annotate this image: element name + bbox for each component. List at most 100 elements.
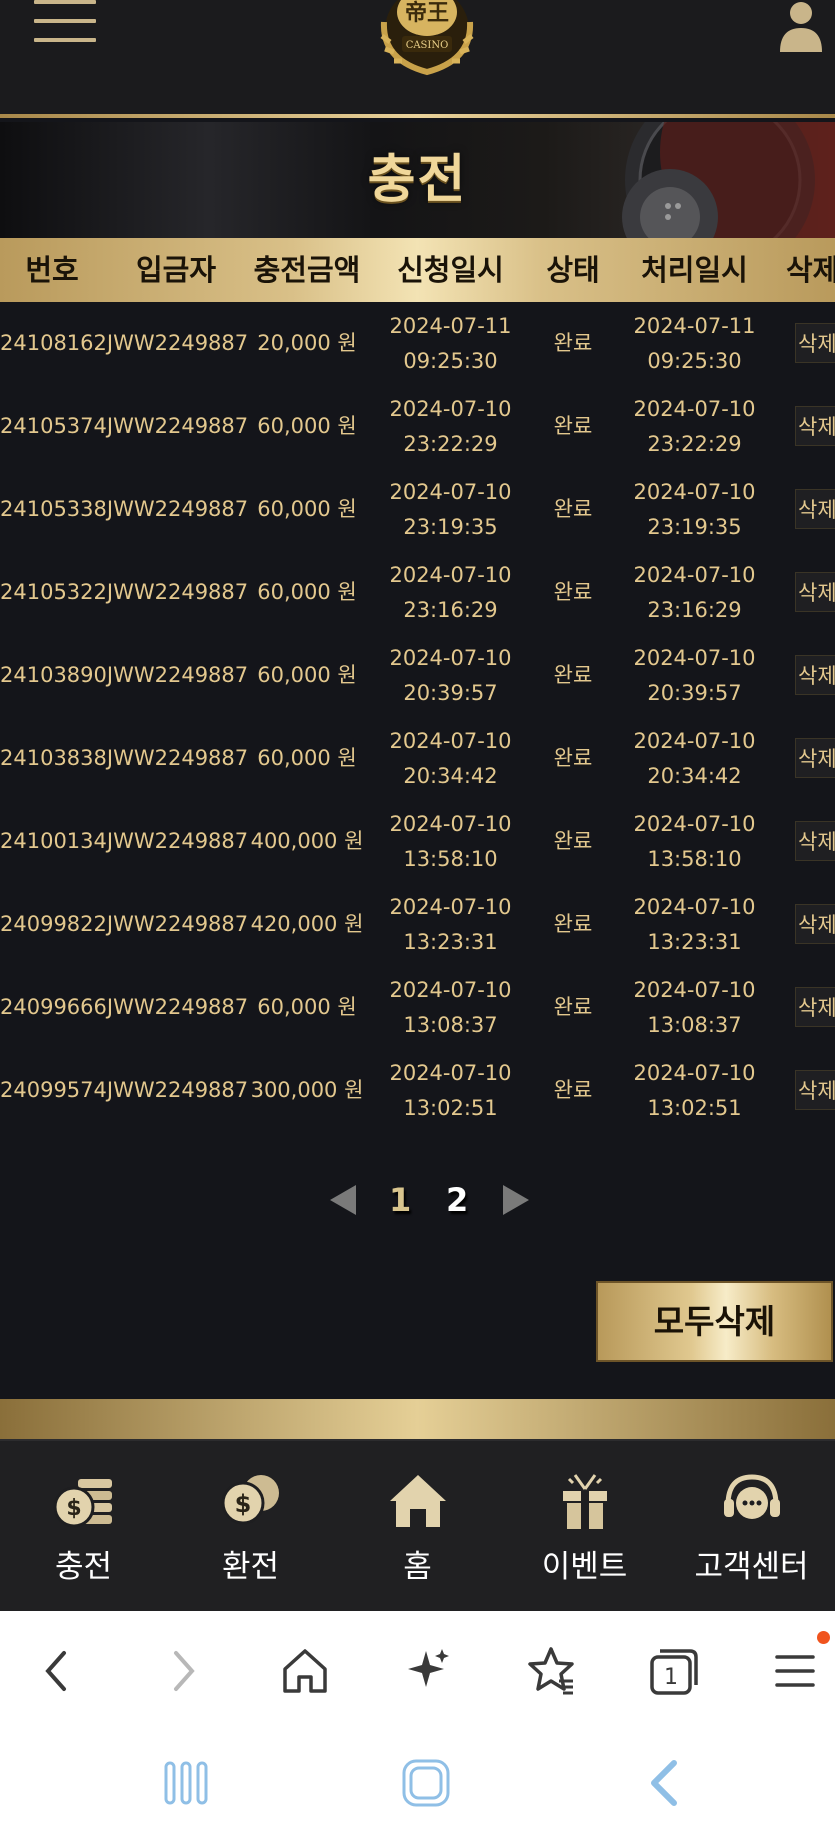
row-delete-button[interactable]: 삭제: [795, 1070, 835, 1110]
header-divider: [0, 114, 835, 118]
row-amount: 20,000 원: [257, 331, 357, 355]
tabs-icon[interactable]: 1: [644, 1641, 704, 1701]
row-status: 완료: [553, 663, 593, 687]
app-header: 帝王 CASINO: [0, 0, 835, 118]
nav-customer-center[interactable]: 고객센터: [668, 1441, 835, 1613]
system-navigation-bar: [0, 1727, 835, 1840]
row-id: 24105374JWW2249887: [0, 414, 249, 438]
row-delete-button[interactable]: 삭제: [795, 323, 835, 363]
delete-all-button[interactable]: 모두삭제: [596, 1281, 833, 1362]
table-header: 번호 입금자 충전금액 신청일시 상태 처리일시 삭제: [0, 238, 835, 302]
column-header-delete: 삭제: [786, 253, 835, 287]
nav-deposit[interactable]: $ 충전: [0, 1441, 167, 1613]
home-icon: [389, 1475, 446, 1527]
row-id: 24103890JWW2249887: [0, 663, 249, 687]
row-id: 24100134JWW2249887: [0, 829, 249, 853]
row-request-datetime: 2024-07-10 13:58:10: [389, 811, 512, 871]
row-status: 완료: [553, 580, 593, 604]
row-amount: 60,000 원: [257, 580, 357, 604]
page-banner: 충전: [0, 122, 835, 238]
column-header-status: 상태: [546, 253, 600, 287]
column-header-processed-date: 처리일시: [641, 253, 748, 287]
table-row: 24103838JWW2249887 60,000 원 2024-07-10 20…: [0, 717, 835, 800]
svg-text:$: $: [234, 1490, 251, 1518]
row-processed-datetime: 2024-07-10 13:23:31: [633, 894, 756, 954]
svg-text:CASINO: CASINO: [406, 40, 449, 51]
page-2-link[interactable]: 2: [446, 1175, 468, 1225]
row-delete-button[interactable]: 삭제: [795, 738, 835, 778]
coin-stack-icon: $: [53, 1479, 112, 1528]
row-delete-button[interactable]: 삭제: [795, 904, 835, 944]
nav-home[interactable]: 홈: [334, 1441, 501, 1613]
row-processed-datetime: 2024-07-10 13:08:37: [633, 977, 756, 1037]
row-status: 완료: [553, 829, 593, 853]
hamburger-menu-icon[interactable]: [34, 0, 96, 46]
row-delete-button[interactable]: 삭제: [795, 489, 835, 529]
back-icon[interactable]: [28, 1641, 88, 1701]
table-row: 24105374JWW2249887 60,000 원 2024-07-10 23…: [0, 385, 835, 468]
row-status: 완료: [553, 414, 593, 438]
row-delete-button[interactable]: 삭제: [795, 406, 835, 446]
headset-icon: [723, 1474, 780, 1519]
row-request-datetime: 2024-07-10 13:02:51: [389, 1060, 512, 1120]
row-amount: 400,000 원: [250, 829, 364, 853]
row-processed-datetime: 2024-07-10 23:19:35: [633, 479, 756, 539]
row-id: 24108162JWW2249887: [0, 331, 249, 355]
row-amount: 420,000 원: [250, 912, 364, 936]
row-delete-button[interactable]: 삭제: [795, 987, 835, 1027]
user-profile-icon[interactable]: [780, 0, 822, 52]
row-processed-datetime: 2024-07-10 23:22:29: [633, 396, 756, 456]
column-header-depositor: 입금자: [135, 253, 217, 287]
row-amount: 60,000 원: [257, 746, 357, 770]
casino-logo[interactable]: 帝王 CASINO: [362, 0, 492, 78]
column-header-amount: 충전금액: [253, 253, 361, 287]
home-button-icon[interactable]: [396, 1755, 456, 1811]
row-amount: 60,000 원: [257, 995, 357, 1019]
svg-text:帝王: 帝王: [405, 0, 449, 26]
nav-deposit-label: 충전: [54, 1549, 113, 1585]
row-request-datetime: 2024-07-11 09:25:30: [389, 313, 512, 373]
browser-toolbar: 1: [0, 1611, 835, 1727]
row-delete-button[interactable]: 삭제: [795, 655, 835, 695]
row-amount: 60,000 원: [257, 663, 357, 687]
row-request-datetime: 2024-07-10 20:39:57: [389, 645, 512, 705]
row-amount: 60,000 원: [257, 414, 357, 438]
nav-event-label: 이벤트: [541, 1549, 628, 1585]
row-delete-button[interactable]: 삭제: [795, 821, 835, 861]
table-row: 24103890JWW2249887 60,000 원 2024-07-10 20…: [0, 634, 835, 717]
row-status: 완료: [553, 995, 593, 1019]
row-processed-datetime: 2024-07-10 20:39:57: [633, 645, 756, 705]
prev-page-arrow-icon[interactable]: [330, 1185, 356, 1215]
row-delete-button[interactable]: 삭제: [795, 572, 835, 612]
row-request-datetime: 2024-07-10 23:19:35: [389, 479, 512, 539]
table-row: 24099822JWW2249887 420,000 원 2024-07-10 1…: [0, 883, 835, 966]
nav-event[interactable]: 이벤트: [501, 1441, 668, 1613]
row-amount: 300,000 원: [250, 1078, 364, 1102]
row-status: 완료: [553, 1078, 593, 1102]
bottom-navigation: $ 충전 $ 환전 홈 이벤트 고객센터: [0, 1439, 835, 1611]
row-amount: 60,000 원: [257, 497, 357, 521]
page-title: 충전: [367, 150, 468, 210]
row-request-datetime: 2024-07-10 20:34:42: [389, 728, 512, 788]
table-row: 24105338JWW2249887 60,000 원 2024-07-10 23…: [0, 468, 835, 551]
column-header-number: 번호: [25, 253, 79, 287]
row-status: 완료: [553, 912, 593, 936]
row-processed-datetime: 2024-07-10 20:34:42: [633, 728, 756, 788]
system-back-icon[interactable]: [636, 1755, 696, 1811]
table-row: 24099666JWW2249887 60,000 원 2024-07-10 13…: [0, 966, 835, 1049]
nav-withdraw[interactable]: $ 환전: [167, 1441, 334, 1613]
next-page-arrow-icon[interactable]: [503, 1185, 529, 1215]
row-id: 24105338JWW2249887: [0, 497, 249, 521]
row-id: 24105322JWW2249887: [0, 580, 249, 604]
recent-apps-icon[interactable]: [156, 1755, 216, 1811]
home-icon[interactable]: [275, 1641, 335, 1701]
table-row: 24100134JWW2249887 400,000 원 2024-07-10 1…: [0, 800, 835, 883]
notification-dot: [817, 1631, 830, 1644]
sparkle-icon[interactable]: [398, 1641, 458, 1701]
forward-icon[interactable]: [152, 1641, 212, 1701]
menu-icon[interactable]: [765, 1641, 825, 1701]
table-row: 24105322JWW2249887 60,000 원 2024-07-10 23…: [0, 551, 835, 634]
bookmark-star-icon[interactable]: [521, 1641, 581, 1701]
page-1-link[interactable]: 1: [389, 1175, 411, 1225]
row-processed-datetime: 2024-07-11 09:25:30: [633, 313, 756, 373]
